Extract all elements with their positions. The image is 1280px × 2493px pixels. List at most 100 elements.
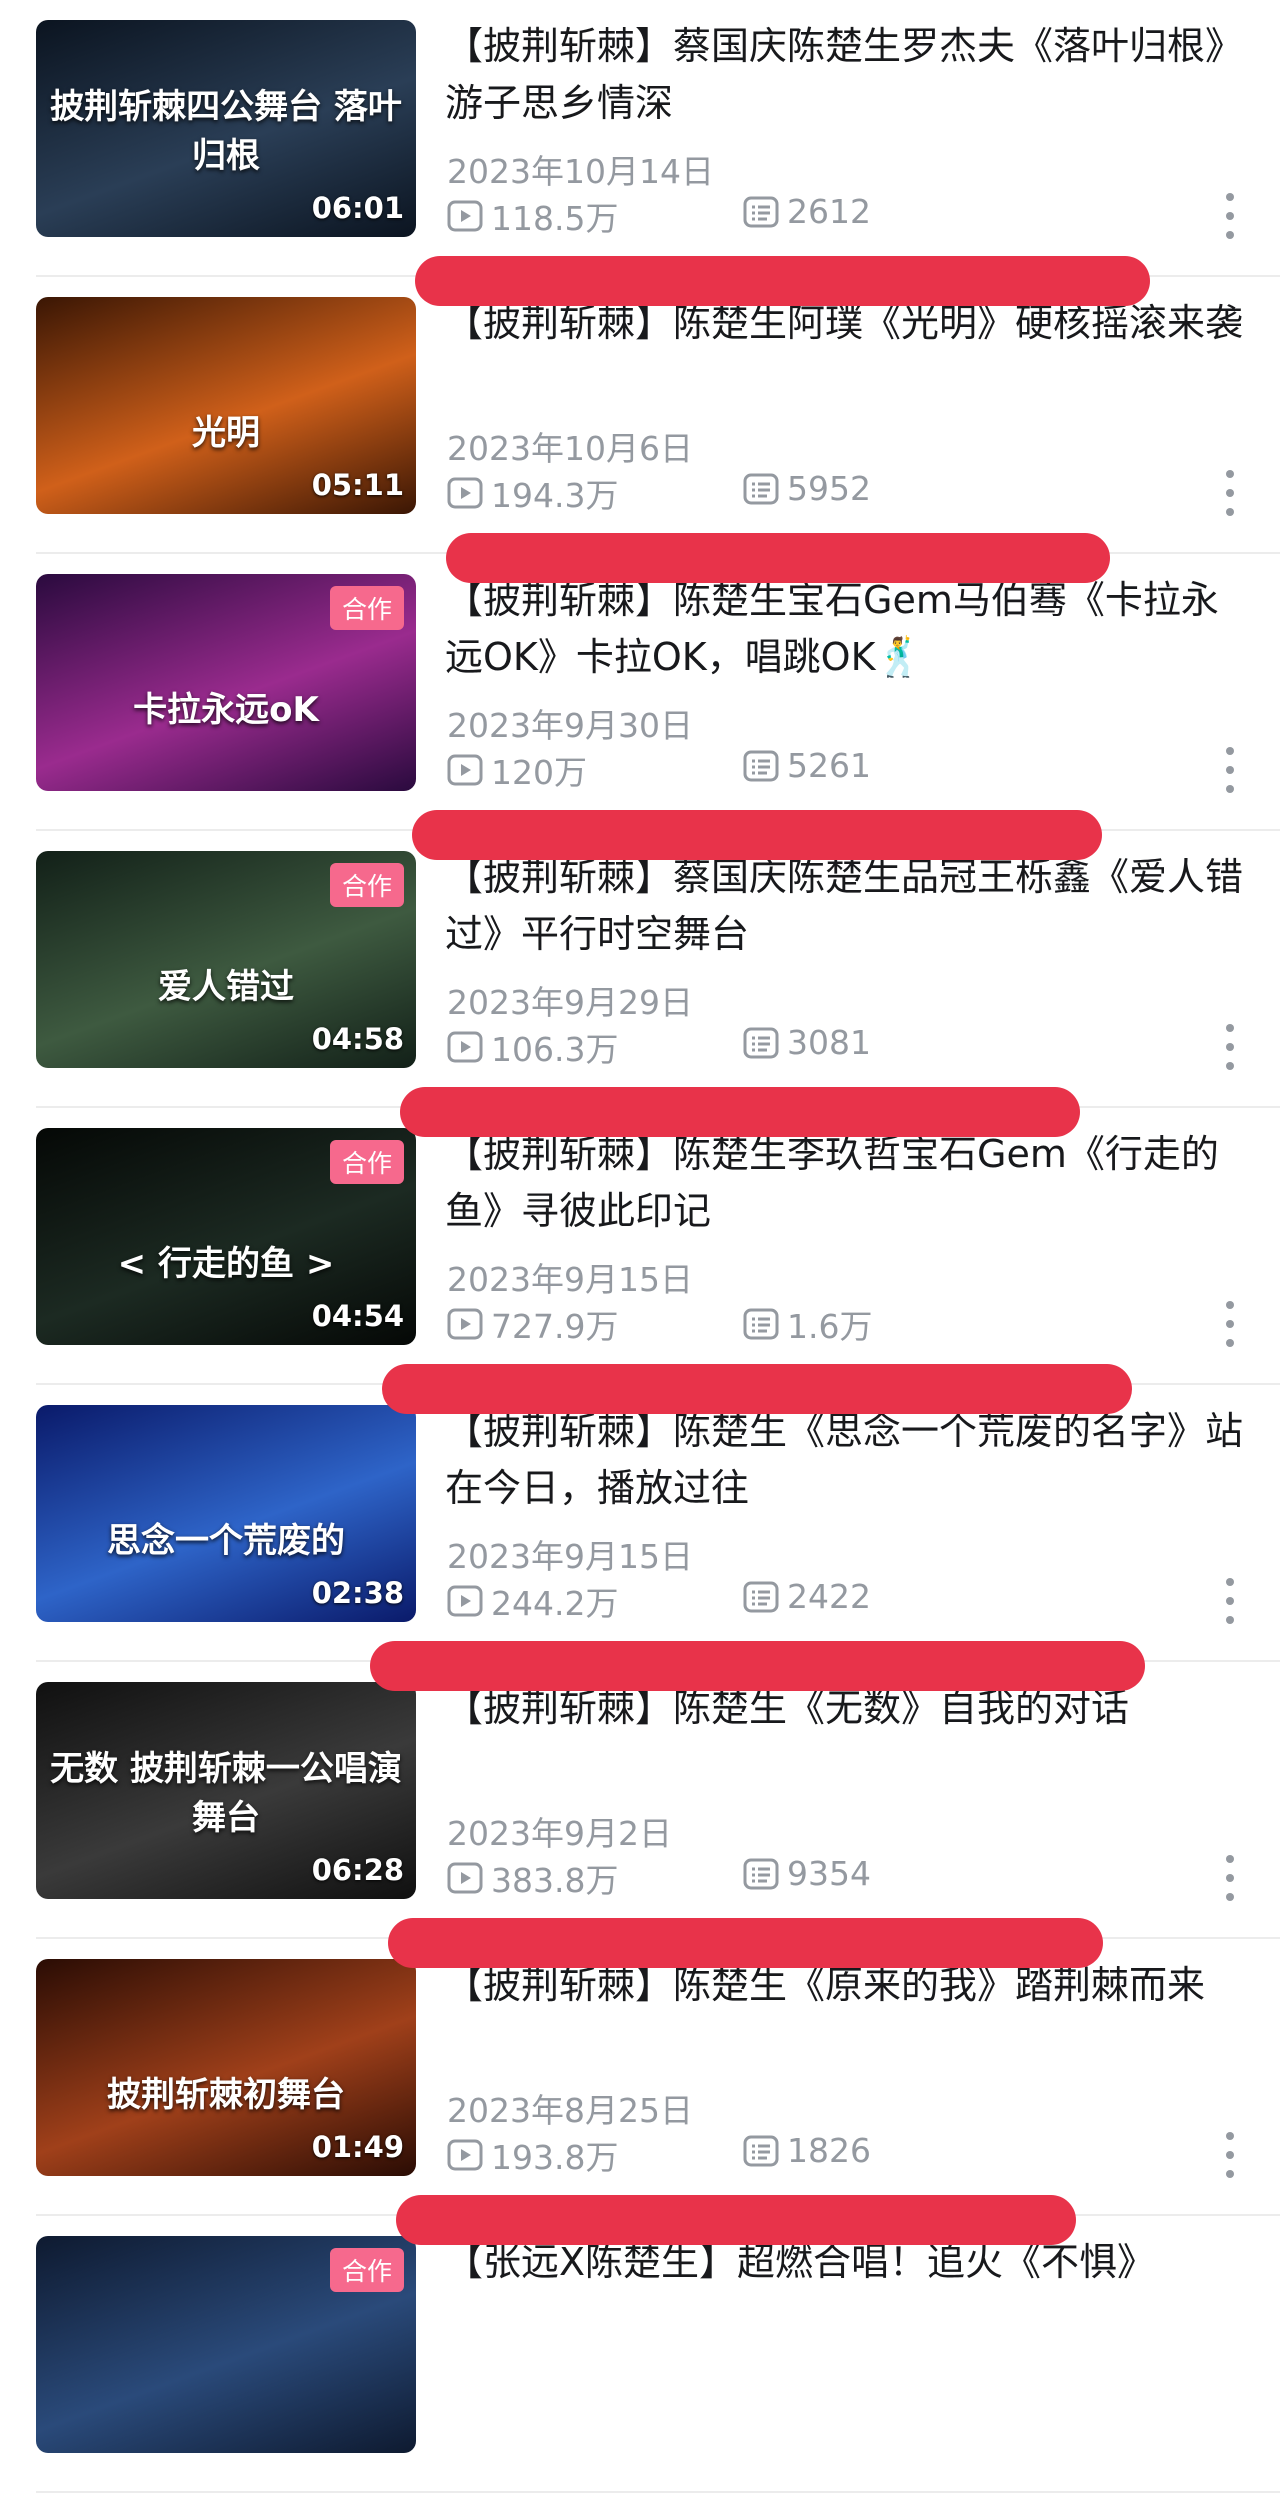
more-options-icon[interactable] — [1220, 1024, 1240, 1070]
thumbnail-caption: < 行走的鱼 > — [117, 1244, 335, 1284]
video-list-item[interactable]: 无数 披荆斩棘一公唱演舞台 06:28 【披荆斩棘】陈楚生《无数》自我的对话 2… — [0, 1662, 1280, 1939]
more-options-icon[interactable] — [1220, 1578, 1240, 1624]
video-thumbnail[interactable]: 思念一个荒废的 02:38 — [36, 1405, 416, 1622]
view-count-value: 727.9万 — [491, 1307, 619, 1346]
video-duration: 01:49 — [311, 2130, 404, 2164]
danmaku-count-value: 3081 — [787, 1023, 871, 1062]
video-list-item[interactable]: 爱人错过 合作 04:58 【披荆斩棘】蔡国庆陈楚生品冠王栎鑫《爱人错过》平行时… — [0, 831, 1280, 1108]
danmaku-count-value: 5952 — [787, 469, 871, 508]
more-options-icon[interactable] — [1220, 470, 1240, 516]
thumbnail-caption: 思念一个荒废的 — [107, 1521, 345, 1561]
thumbnail-caption: 披荆斩棘初舞台 — [107, 2075, 345, 2115]
collab-badge: 合作 — [329, 586, 404, 630]
video-list-item[interactable]: 披荆斩棘初舞台 01:49 【披荆斩棘】陈楚生《原来的我》踏荆棘而来 2023年… — [0, 1939, 1280, 2216]
video-thumbnail[interactable]: 合作 — [36, 2236, 416, 2453]
view-count: 194.3万 — [447, 469, 618, 517]
play-count-icon — [447, 1585, 483, 1617]
upload-date: 2023年9月2日 — [447, 1814, 672, 1853]
collab-badge: 合作 — [329, 863, 404, 907]
redaction-mark — [446, 533, 1110, 583]
video-duration: 06:01 — [311, 191, 404, 225]
video-title[interactable]: 【披荆斩棘】蔡国庆陈楚生品冠王栎鑫《爱人错过》平行时空舞台 — [445, 849, 1245, 963]
video-list-item[interactable]: 思念一个荒废的 02:38 【披荆斩棘】陈楚生《思念一个荒废的名字》站在今日，播… — [0, 1385, 1280, 1662]
danmaku-count-value: 5261 — [787, 746, 871, 785]
video-thumbnail[interactable]: 披荆斩棘初舞台 01:49 — [36, 1959, 416, 2176]
video-thumbnail[interactable]: < 行走的鱼 > 合作 04:54 — [36, 1128, 416, 1345]
play-count-icon — [447, 200, 483, 232]
view-count-value: 383.8万 — [491, 1861, 619, 1900]
danmaku-icon — [743, 196, 779, 227]
danmaku-count: 9354 — [743, 1854, 871, 1893]
collab-badge: 合作 — [329, 1140, 404, 1184]
view-count: 244.2万 — [447, 1577, 618, 1625]
video-title[interactable]: 【披荆斩棘】蔡国庆陈楚生罗杰夫《落叶归根》游子思乡情深 — [445, 18, 1245, 132]
collab-badge: 合作 — [329, 2248, 404, 2292]
play-count-icon — [447, 1031, 483, 1063]
more-options-icon[interactable] — [1220, 2132, 1240, 2178]
danmaku-count-value: 2612 — [787, 192, 871, 231]
view-count-value: 194.3万 — [491, 476, 619, 515]
view-count: 118.5万 — [447, 192, 618, 240]
more-options-icon[interactable] — [1220, 747, 1240, 793]
danmaku-count: 5261 — [743, 746, 871, 785]
thumbnail-caption: 卡拉永远oK — [133, 690, 319, 730]
danmaku-count-value: 9354 — [787, 1854, 871, 1893]
view-count-value: 118.5万 — [491, 199, 619, 238]
video-duration: 05:11 — [311, 468, 404, 502]
danmaku-icon — [743, 1858, 779, 1889]
upload-date: 2023年9月29日 — [447, 983, 693, 1022]
view-count: 727.9万 — [447, 1300, 618, 1348]
video-title[interactable]: 【披荆斩棘】陈楚生宝石Gem马伯骞《卡拉永远OK》卡拉OK，唱跳OK🕺 — [445, 572, 1245, 686]
upload-date: 2023年9月15日 — [447, 1537, 693, 1576]
view-count: 383.8万 — [447, 1854, 618, 1902]
view-count: 106.3万 — [447, 1023, 618, 1071]
more-options-icon[interactable] — [1220, 1855, 1240, 1901]
upload-date: 2023年10月14日 — [447, 152, 714, 191]
danmaku-count: 3081 — [743, 1023, 871, 1062]
video-duration: 04:54 — [311, 1299, 404, 1333]
danmaku-icon — [743, 2135, 779, 2166]
video-thumbnail[interactable]: 无数 披荆斩棘一公唱演舞台 06:28 — [36, 1682, 416, 1899]
redaction-mark — [415, 256, 1150, 306]
view-count-value: 106.3万 — [491, 1030, 619, 1069]
video-thumbnail[interactable]: 卡拉永远oK 合作 — [36, 574, 416, 791]
upload-date: 2023年9月15日 — [447, 1260, 693, 1299]
video-thumbnail[interactable]: 爱人错过 合作 04:58 — [36, 851, 416, 1068]
danmaku-icon — [743, 473, 779, 504]
video-list-item[interactable]: < 行走的鱼 > 合作 04:54 【披荆斩棘】陈楚生李玖哲宝石Gem《行走的鱼… — [0, 1108, 1280, 1385]
video-list-item[interactable]: 卡拉永远oK 合作 【披荆斩棘】陈楚生宝石Gem马伯骞《卡拉永远OK》卡拉OK，… — [0, 554, 1280, 831]
danmaku-count: 5952 — [743, 469, 871, 508]
danmaku-count: 2612 — [743, 192, 871, 231]
danmaku-count: 1.6万 — [743, 1300, 872, 1348]
upload-date: 2023年8月25日 — [447, 2091, 693, 2130]
view-count-value: 193.8万 — [491, 2138, 619, 2177]
play-count-icon — [447, 477, 483, 509]
more-options-icon[interactable] — [1220, 193, 1240, 239]
video-thumbnail[interactable]: 披荆斩棘四公舞台 落叶归根 06:01 — [36, 20, 416, 237]
video-list-item[interactable]: 披荆斩棘四公舞台 落叶归根 06:01 【披荆斩棘】蔡国庆陈楚生罗杰夫《落叶归根… — [0, 0, 1280, 277]
danmaku-count-value: 1.6万 — [787, 1307, 873, 1346]
redaction-mark — [396, 2195, 1076, 2245]
video-thumbnail[interactable]: 光明 05:11 — [36, 297, 416, 514]
video-duration: 06:28 — [311, 1853, 404, 1887]
danmaku-count-value: 1826 — [787, 2131, 871, 2170]
danmaku-count-value: 2422 — [787, 1577, 871, 1616]
danmaku-icon — [743, 1581, 779, 1612]
view-count: 193.8万 — [447, 2131, 618, 2179]
play-count-icon — [447, 1862, 483, 1894]
redaction-mark — [382, 1364, 1132, 1414]
redaction-mark — [412, 810, 1102, 860]
video-list-item[interactable]: 光明 05:11 【披荆斩棘】陈楚生阿璞《光明》硬核摇滚来袭 2023年10月6… — [0, 277, 1280, 554]
redaction-mark — [400, 1087, 1080, 1137]
view-count-value: 244.2万 — [491, 1584, 619, 1623]
play-count-icon — [447, 2139, 483, 2171]
video-list-item[interactable]: 合作 【张远X陈楚生】超燃合唱！追火《不惧》 — [0, 2216, 1280, 2493]
thumbnail-caption: 披荆斩棘四公舞台 落叶归根 — [50, 87, 402, 176]
video-duration: 02:38 — [311, 1576, 404, 1610]
video-title[interactable]: 【披荆斩棘】陈楚生李玖哲宝石Gem《行走的鱼》寻彼此印记 — [445, 1126, 1245, 1240]
more-options-icon[interactable] — [1220, 1301, 1240, 1347]
video-title[interactable]: 【披荆斩棘】陈楚生《思念一个荒废的名字》站在今日，播放过往 — [445, 1403, 1245, 1517]
danmaku-count: 2422 — [743, 1577, 871, 1616]
danmaku-icon — [743, 1308, 779, 1340]
thumbnail-caption: 无数 披荆斩棘一公唱演舞台 — [50, 1749, 402, 1838]
